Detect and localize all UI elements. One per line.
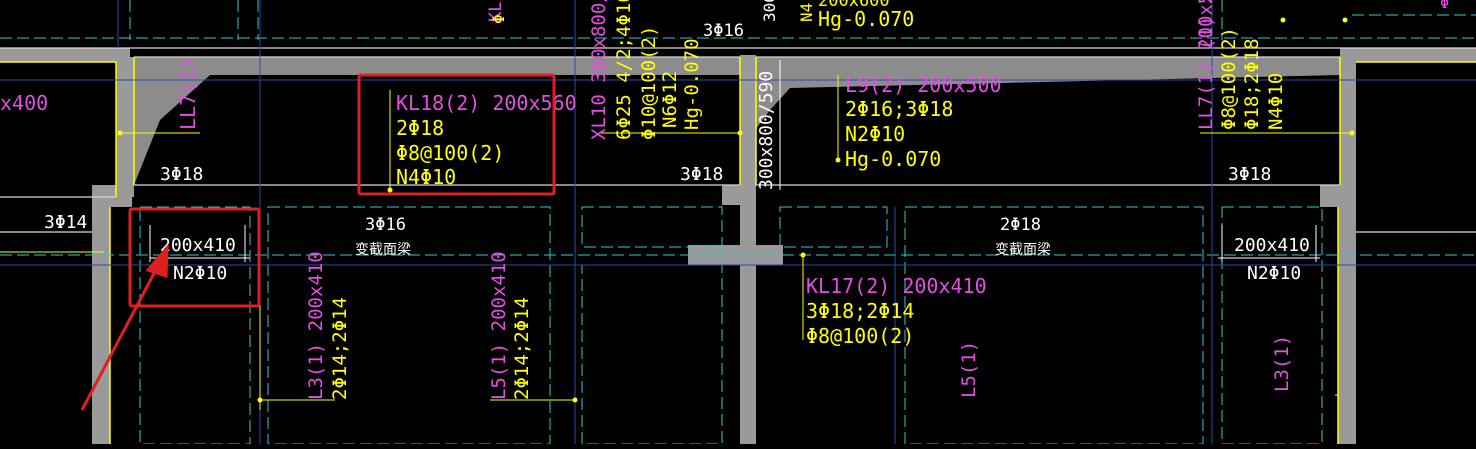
label-top-300: 300: [760, 0, 779, 22]
label-l9-title: L9(2) 200x500: [845, 73, 1002, 97]
label-sec-left-n: N2Φ10: [173, 263, 227, 284]
label-sec-right-n: N2Φ10: [1247, 263, 1301, 284]
label-top-3phi16: 3Φ16: [703, 21, 744, 41]
label-l5-left-title: L5(1) 200x410: [488, 251, 510, 400]
label-mid-3phi16: 3Φ16: [365, 215, 406, 235]
label-xl10-line5: Hg-0.070: [681, 38, 703, 130]
label-l5-right: L5(1): [958, 341, 980, 398]
label-bar-3phi14: 3Φ14: [44, 212, 87, 233]
label-ll7-right-n: N4Φ10: [1265, 73, 1287, 130]
label-xl10-line3: Φ10@100(2): [638, 26, 660, 140]
label-bar-3phi18-a: 3Φ18: [160, 164, 203, 185]
label-section-300: 300x800/590: [756, 71, 777, 190]
label-kl17-bars: 3Φ18;2Φ14: [806, 299, 914, 323]
label-l3-left-title: L3(1) 200x410: [305, 251, 327, 400]
label-top-phi: Φ: [489, 14, 508, 24]
label-bar-3phi18-c: 3Φ18: [1228, 164, 1271, 185]
label-left-x400: x400: [0, 91, 48, 115]
label-top-phi-small: Φ: [1440, 0, 1449, 12]
label-kl18-n: N4Φ10: [396, 165, 456, 189]
label-sec-left-dim: 200x410: [160, 235, 236, 256]
label-l9-hg: Hg-0.070: [845, 147, 941, 171]
label-top-n4: N4: [797, 3, 816, 22]
cad-drawing-canvas[interactable]: KL Φ 3Φ16 300 N4 Hg-0.070 200x600 Φ x400…: [0, 0, 1476, 445]
label-sec-right-dim: 200x410: [1234, 235, 1310, 256]
label-kl18-bars: 2Φ18: [396, 116, 444, 140]
label-xl10-line1: XL10 300x800/: [588, 0, 610, 140]
label-ll7-right-stirrup: Φ8@100(2): [1218, 27, 1240, 130]
label-kl17-title: KL17(2) 200x410: [806, 274, 987, 298]
label-top-right-56: (1) 200x56: [1195, 0, 1217, 50]
label-l5-left-bars: 2Φ14;2Φ14: [511, 297, 533, 400]
label-top-200x600: 200x600: [818, 0, 890, 11]
label-mid-var1: 变截面梁: [355, 242, 411, 258]
label-l9-bars: 2Φ16;3Φ18: [845, 97, 953, 121]
label-ll7-right-bars: Φ18;2Φ18: [1241, 38, 1263, 130]
label-l3-right: L3(1): [1271, 335, 1293, 392]
label-kl17-stirrup: Φ8@100(2): [806, 324, 914, 348]
label-ll7-left: LL7(1): [176, 58, 200, 130]
label-right-var2: 变截面梁: [995, 242, 1051, 258]
section-dimension-marks: [149, 60, 1320, 262]
label-kl18-title: KL18(2) 200x560: [396, 91, 577, 115]
label-xl10-line4: N6Φ12: [659, 71, 681, 128]
label-bar-3phi18-b: 3Φ18: [680, 164, 723, 185]
label-l9-n: N2Φ10: [845, 122, 905, 146]
label-kl18-stirrup: Φ8@100(2): [396, 141, 504, 165]
label-xl10-line2: 6Φ25 4/2;4Φ16: [613, 0, 635, 140]
label-l3-left-bars: 2Φ14;2Φ14: [329, 297, 351, 400]
cad-drawing: KL Φ 3Φ16 300 N4 Hg-0.070 200x600 Φ x400…: [0, 0, 1476, 445]
label-right-2phi18: 2Φ18: [1000, 215, 1041, 235]
